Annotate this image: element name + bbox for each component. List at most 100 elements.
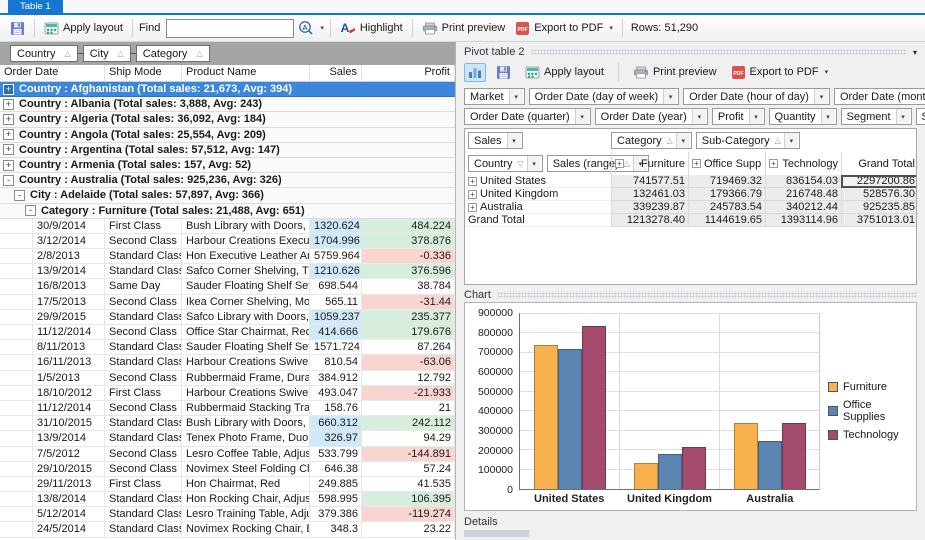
pivot-cell[interactable]: 1144619.65 xyxy=(688,214,765,227)
cell-order-date[interactable]: 2/8/2013 xyxy=(33,249,105,263)
cell-sales[interactable]: 249.885 xyxy=(310,477,362,491)
cell-profit[interactable]: 378.876 xyxy=(362,234,455,248)
pivot-column-header-technology[interactable]: +Technology xyxy=(765,152,841,175)
cell-product-name[interactable]: Hon Chairmat, Red xyxy=(182,477,310,491)
cell-ship-mode[interactable]: Standard Class xyxy=(105,264,182,278)
expand-group-icon[interactable]: + xyxy=(3,114,14,125)
cell-product-name[interactable]: Ikea Corner Shelving, Mobile xyxy=(182,295,310,309)
group-row[interactable]: +Country : Afghanistan (Total sales: 21,… xyxy=(0,82,455,97)
filter-chip-quantity[interactable]: Quantity▾ xyxy=(769,108,837,125)
data-row[interactable]: 13/9/2014Standard ClassTenex Photo Frame… xyxy=(0,431,455,446)
pivot-cell[interactable]: 719469.32 xyxy=(688,175,765,188)
pivot-cell[interactable]: 179366.79 xyxy=(688,188,765,201)
cell-profit[interactable]: -63.06 xyxy=(362,355,455,369)
pivot-cell[interactable]: 132461.03 xyxy=(611,188,688,201)
pivot-cell[interactable]: 216748.48 xyxy=(765,188,841,201)
column-header-product-name[interactable]: Product Name xyxy=(182,65,310,81)
filter-chip-segment[interactable]: Segment▾ xyxy=(841,108,912,125)
pivot-cell[interactable]: 340212.44 xyxy=(765,201,841,214)
cell-product-name[interactable]: Harbour Creations Swivel Stool, xyxy=(182,355,310,369)
data-row[interactable]: 29/10/2015Second ClassNovimex Steel Fold… xyxy=(0,462,455,477)
data-field-chip-sales[interactable]: Sales▾ xyxy=(468,132,523,149)
cell-profit[interactable]: 57.24 xyxy=(362,462,455,476)
pivot-export-pdf-button[interactable]: PDF Export to PDF ▾ xyxy=(727,63,833,82)
cell-order-date[interactable]: 1/5/2013 xyxy=(33,371,105,385)
cell-profit[interactable]: -144.891 xyxy=(362,447,455,461)
details-collapsed-bar[interactable] xyxy=(464,530,529,537)
cell-product-name[interactable]: Bush Library with Doors, Mobile xyxy=(182,219,310,233)
cell-product-name[interactable]: Harbour Creations Executive Lea xyxy=(182,234,310,248)
data-row[interactable]: 11/12/2014Second ClassRubbermaid Stackin… xyxy=(0,401,455,416)
cell-sales[interactable]: 326.97 xyxy=(310,431,362,445)
field-dropdown-icon[interactable]: ▾ xyxy=(527,156,541,171)
cell-profit[interactable]: -0.336 xyxy=(362,249,455,263)
cell-order-date[interactable]: 30/9/2014 xyxy=(33,219,105,233)
filter-chip-order-date-hour-of-day[interactable]: Order Date (hour of day)▾ xyxy=(683,88,830,105)
cell-ship-mode[interactable]: Second Class xyxy=(105,401,182,415)
cell-product-name[interactable]: Lesro Coffee Table, Adjustable H xyxy=(182,447,310,461)
cell-order-date[interactable]: 13/8/2014 xyxy=(33,492,105,506)
data-row[interactable]: 13/9/2014Standard ClassSafco Corner Shel… xyxy=(0,264,455,279)
cell-sales[interactable]: 1210.626 xyxy=(310,264,362,278)
cell-ship-mode[interactable]: Standard Class xyxy=(105,431,182,445)
cell-ship-mode[interactable]: Standard Class xyxy=(105,340,182,354)
print-preview-button[interactable]: Print preview xyxy=(417,20,511,37)
data-row[interactable]: 29/11/2013First ClassHon Chairmat, Red24… xyxy=(0,477,455,492)
cell-ship-mode[interactable]: Second Class xyxy=(105,325,182,339)
cell-ship-mode[interactable]: Second Class xyxy=(105,371,182,385)
cell-sales[interactable]: 1571.724 xyxy=(310,340,362,354)
cell-order-date[interactable]: 17/5/2013 xyxy=(33,295,105,309)
chart-toggle-button[interactable] xyxy=(464,63,486,82)
cell-product-name[interactable]: Lesro Training Table, Adjustable xyxy=(182,507,310,521)
field-dropdown-icon[interactable]: ▾ xyxy=(896,109,910,124)
expand-group-icon[interactable]: + xyxy=(3,129,14,140)
cell-order-date[interactable]: 11/12/2014 xyxy=(33,401,105,415)
data-row[interactable]: 13/8/2014Standard ClassHon Rocking Chair… xyxy=(0,492,455,507)
expand-column-icon[interactable]: + xyxy=(692,159,701,168)
cell-product-name[interactable]: Hon Rocking Chair, Adjustable xyxy=(182,492,310,506)
cell-sales[interactable]: 493.047 xyxy=(310,386,362,400)
data-row[interactable]: 8/11/2013Standard ClassSauder Floating S… xyxy=(0,340,455,355)
cell-sales[interactable]: 646.38 xyxy=(310,462,362,476)
cell-order-date[interactable]: 3/12/2014 xyxy=(33,234,105,248)
cell-sales[interactable]: 5759.964 xyxy=(310,249,362,263)
pivot-cell[interactable]: 1393114.96 xyxy=(765,214,841,227)
cell-sales[interactable]: 158.76 xyxy=(310,401,362,415)
cell-order-date[interactable]: 29/10/2015 xyxy=(33,462,105,476)
field-dropdown-icon[interactable]: ▾ xyxy=(749,109,763,124)
group-row[interactable]: -Country : Australia (Total sales: 925,2… xyxy=(0,173,455,188)
expand-group-icon[interactable]: + xyxy=(3,84,14,95)
cell-sales[interactable]: 384.912 xyxy=(310,371,362,385)
expand-row-icon[interactable]: + xyxy=(468,190,477,199)
cell-profit[interactable]: 484.224 xyxy=(362,219,455,233)
column-header-ship-mode[interactable]: Ship Mode xyxy=(105,65,182,81)
pivot-save-button[interactable] xyxy=(492,63,515,82)
pivot-cell[interactable]: 1213278.40 xyxy=(611,214,688,227)
field-dropdown-icon[interactable]: ▾ xyxy=(676,133,690,148)
cell-product-name[interactable]: Rubbermaid Frame, Durable xyxy=(182,371,310,385)
column-field-chip-category[interactable]: Category△▾ xyxy=(611,132,692,149)
data-row[interactable]: 24/5/2014Standard ClassNovimex Rocking C… xyxy=(0,522,455,537)
cell-order-date[interactable]: 24/5/2014 xyxy=(33,522,105,536)
pivot-cell[interactable]: 3751013.01 xyxy=(841,214,917,227)
pivot-collapse-arrow-icon[interactable]: ▾ xyxy=(913,48,917,57)
group-field-chip-category[interactable]: Category△ xyxy=(136,45,210,62)
cell-sales[interactable]: 414.666 xyxy=(310,325,362,339)
pivot-column-header-furniture[interactable]: +Furniture xyxy=(611,152,688,175)
cell-ship-mode[interactable]: Standard Class xyxy=(105,249,182,263)
group-field-chip-city[interactable]: City△ xyxy=(83,45,131,62)
cell-ship-mode[interactable]: Second Class xyxy=(105,295,182,309)
cell-order-date[interactable]: 13/9/2014 xyxy=(33,431,105,445)
cell-profit[interactable]: 12.792 xyxy=(362,371,455,385)
cell-profit[interactable]: 23.22 xyxy=(362,522,455,536)
cell-order-date[interactable]: 5/12/2014 xyxy=(33,507,105,521)
group-row[interactable]: -City : Adelaide (Total sales: 57,897, A… xyxy=(0,188,455,203)
cell-sales[interactable]: 810.54 xyxy=(310,355,362,369)
find-input[interactable] xyxy=(166,19,294,38)
pivot-row-header-australia[interactable]: +Australia xyxy=(465,201,611,214)
cell-ship-mode[interactable]: First Class xyxy=(105,386,182,400)
cell-profit[interactable]: 94.29 xyxy=(362,431,455,445)
export-pdf-button[interactable]: PDF Export to PDF ▾ xyxy=(510,19,618,38)
pivot-column-header-office-supplies[interactable]: +Office Supplies xyxy=(688,152,765,175)
cell-sales[interactable]: 348.3 xyxy=(310,522,362,536)
